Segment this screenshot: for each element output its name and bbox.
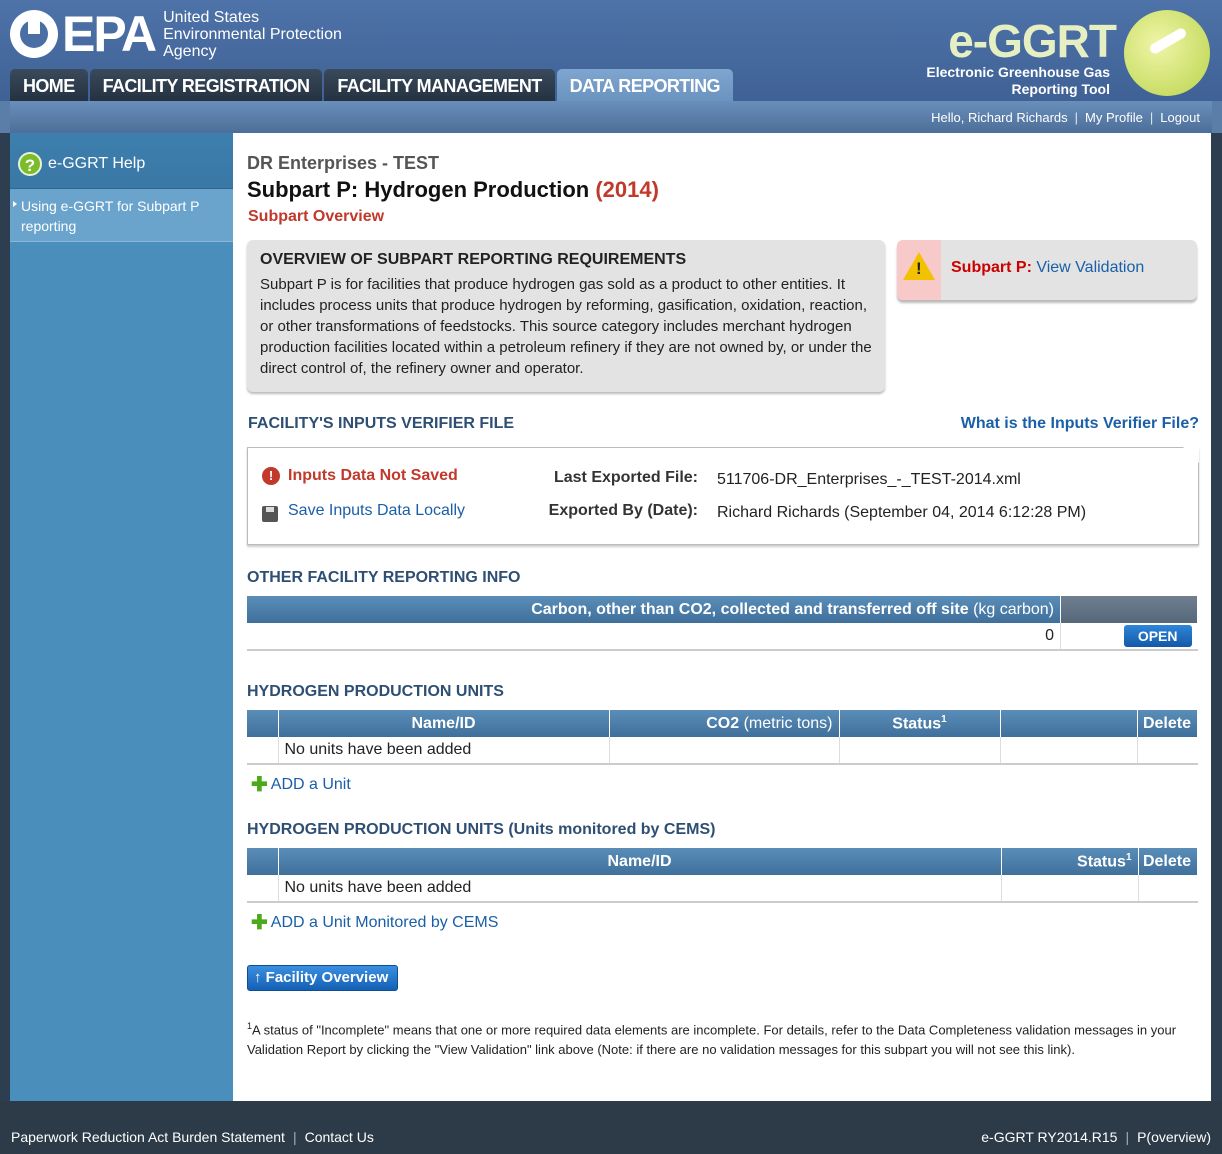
units-empty-message: No units have been added xyxy=(278,737,610,765)
validation-box: ! Subpart P: View Validation xyxy=(897,240,1197,300)
tab-data-reporting[interactable]: DATA REPORTING xyxy=(556,69,733,101)
verifier-heading: FACILITY'S INPUTS VERIFIER FILE xyxy=(248,415,515,432)
version-label: e-GGRT RY2014.R15 xyxy=(981,1129,1118,1145)
main-nav: HOME FACILITY REGISTRATION FACILITY MANA… xyxy=(10,69,735,101)
verifier-help-link[interactable]: What is the Inputs Verifier File? xyxy=(961,415,1199,433)
other-info-heading: OTHER FACILITY REPORTING INFO xyxy=(247,569,521,586)
tab-facility-registration[interactable]: FACILITY REGISTRATION xyxy=(89,69,323,101)
exported-by-label: Exported By (Date): xyxy=(548,502,698,519)
other-info-column-header: Carbon, other than CO2, collected and tr… xyxy=(247,596,1061,623)
error-icon: ! xyxy=(262,467,280,485)
help-title: e-GGRT Help xyxy=(48,154,146,172)
cems-heading: HYDROGEN PRODUCTION UNITS (Units monitor… xyxy=(247,821,716,838)
footnote: 1A status of "Incomplete" means that one… xyxy=(247,1021,1177,1058)
site-footer: Paperwork Reduction Act Burden Statement… xyxy=(0,1101,1222,1154)
facility-name: DR Enterprises - TEST xyxy=(247,153,440,173)
tab-facility-management[interactable]: FACILITY MANAGEMENT xyxy=(324,69,555,101)
sidebar-help-header[interactable]: ? e-GGRT Help xyxy=(10,133,233,189)
main-content: DR Enterprises - TEST Subpart P: Hydroge… xyxy=(233,133,1211,1101)
overview-text: Subpart P is for facilities that produce… xyxy=(260,276,872,377)
epa-seal-icon xyxy=(10,10,58,58)
verifier-box: ! Inputs Data Not Saved Save Inputs Data… xyxy=(247,447,1199,545)
open-button[interactable]: OPEN xyxy=(1123,625,1192,647)
epa-logo[interactable]: EPA United States Environmental Protecti… xyxy=(10,6,342,62)
tab-home[interactable]: HOME xyxy=(10,69,88,101)
exported-by-value: Richard Richards (September 04, 2014 6:1… xyxy=(717,504,1087,521)
cems-col-name-id: Name/ID xyxy=(278,848,1002,875)
site-header: EPA United States Environmental Protecti… xyxy=(0,0,1222,101)
arrow-up-icon: ↑ xyxy=(254,969,262,986)
floppy-disk-icon xyxy=(262,506,278,522)
units-heading: HYDROGEN PRODUCTION UNITS xyxy=(247,683,504,700)
agency-name: United States Environmental Protection A… xyxy=(163,8,342,60)
units-table: Name/ID CO2 (metric tons) Status1 Delete… xyxy=(247,710,1198,765)
other-info-table: Carbon, other than CO2, collected and tr… xyxy=(247,596,1198,651)
save-inputs-locally-link[interactable]: Save Inputs Data Locally xyxy=(262,500,465,522)
overview-heading: OVERVIEW OF SUBPART REPORTING REQUIREMEN… xyxy=(260,251,687,268)
carbon-value: 0 xyxy=(247,623,1061,651)
eggrt-brand: e-GGRT Electronic Greenhouse Gas Reporti… xyxy=(912,0,1222,101)
last-exported-label: Last Exported File: xyxy=(553,469,698,486)
page-subtitle: Subpart Overview xyxy=(248,208,385,225)
user-bar: Hello, Richard Richards | My Profile | Logou… xyxy=(0,101,1222,133)
burden-statement-link[interactable]: Paperwork Reduction Act Burden Statement xyxy=(11,1129,285,1145)
reporting-year: (2014) xyxy=(595,177,659,202)
view-validation-link[interactable]: View Validation xyxy=(1036,259,1144,276)
epa-letters: EPA xyxy=(62,6,157,62)
warning-icon: ! xyxy=(903,252,935,280)
page-id-label: P(overview) xyxy=(1137,1129,1211,1145)
last-exported-value: 511706-DR_Enterprises_-_TEST-2014.xml xyxy=(717,471,1021,488)
table-row: No units have been added xyxy=(247,737,1198,765)
user-links: Hello, Richard Richards | My Profile | Logou… xyxy=(931,110,1200,125)
add-unit-link[interactable]: ✚ ADD a Unit xyxy=(251,774,351,796)
logout-link[interactable]: Logout xyxy=(1160,110,1200,125)
cems-empty-message: No units have been added xyxy=(278,875,1002,903)
cems-col-status: Status1 xyxy=(1001,848,1139,875)
cems-col-delete: Delete xyxy=(1138,848,1198,875)
facility-overview-button[interactable]: ↑ Facility Overview xyxy=(247,965,399,991)
my-profile-link[interactable]: My Profile xyxy=(1085,110,1143,125)
plus-icon: ✚ xyxy=(251,912,268,934)
contact-us-link[interactable]: Contact Us xyxy=(305,1129,374,1145)
sidebar-item-subpart-p-help[interactable]: Using e-GGRT for Subpart P reporting xyxy=(10,189,233,242)
eggrt-subtitle: Electronic Greenhouse Gas Reporting Tool xyxy=(926,64,1110,97)
bird-logo-icon xyxy=(1124,10,1210,96)
col-co2: CO2 (metric tons) xyxy=(609,710,840,737)
table-row: 0 OPEN xyxy=(247,623,1198,651)
sidebar: ? e-GGRT Help Using e-GGRT for Subpart P… xyxy=(10,133,233,1101)
user-greeting: Hello, Richard Richards xyxy=(931,110,1068,125)
page-title: Subpart P: Hydrogen Production (2014) xyxy=(247,177,659,202)
inputs-not-saved-status: ! Inputs Data Not Saved xyxy=(262,467,458,485)
cems-table: Name/ID Status1 Delete No units have bee… xyxy=(247,848,1198,903)
add-cems-unit-link[interactable]: ✚ ADD a Unit Monitored by CEMS xyxy=(251,912,498,934)
overview-box: OVERVIEW OF SUBPART REPORTING REQUIREMEN… xyxy=(247,240,885,392)
question-icon: ? xyxy=(18,151,42,176)
eggrt-title: e-GGRT xyxy=(948,15,1117,67)
col-name-id: Name/ID xyxy=(278,710,610,737)
validation-subpart-label: Subpart P: xyxy=(951,259,1032,276)
plus-icon: ✚ xyxy=(251,774,268,796)
table-row: No units have been added xyxy=(247,875,1198,903)
col-status: Status1 xyxy=(839,710,1001,737)
col-delete: Delete xyxy=(1137,710,1198,737)
